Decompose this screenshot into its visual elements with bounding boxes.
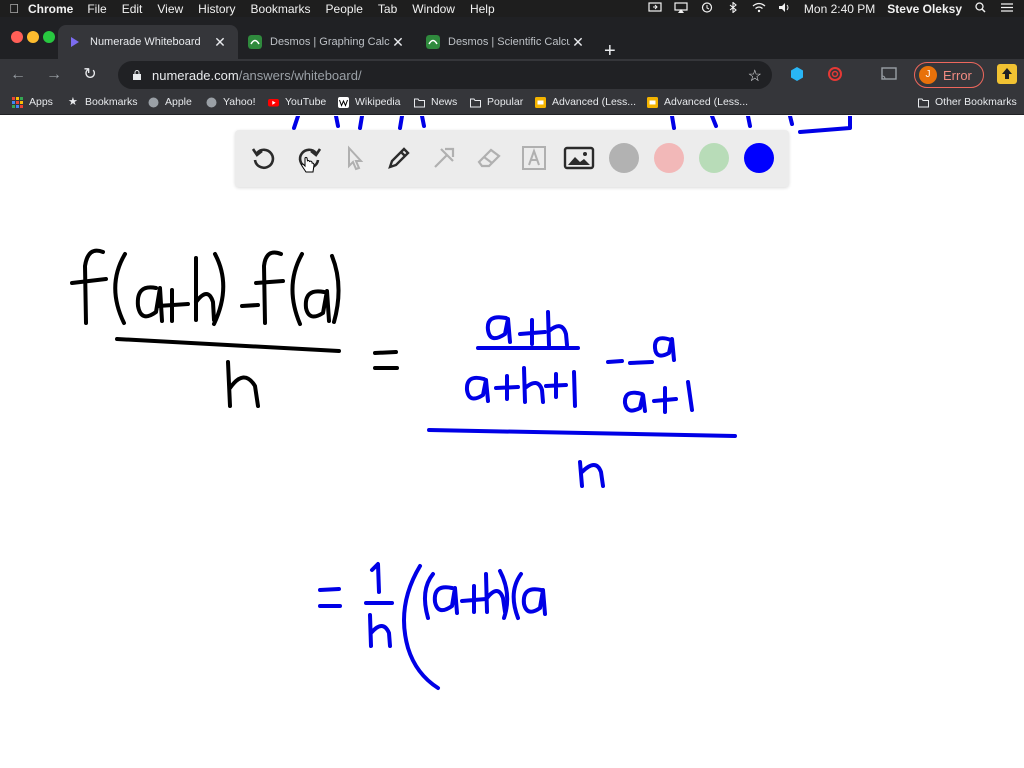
profile-error-label: Error xyxy=(943,67,972,83)
ink-black-equals xyxy=(373,350,399,370)
whiteboard-toolbar xyxy=(235,130,789,187)
bookmark-apple[interactable]: Apple xyxy=(148,96,192,108)
color-swatch-green[interactable] xyxy=(699,143,729,173)
screen-share-icon[interactable] xyxy=(648,1,662,16)
macos-menu-bar:  Chrome File Edit View History Bookmark… xyxy=(0,0,1024,17)
hand-cursor-icon xyxy=(301,156,315,173)
bookmark-wikipedia[interactable]: Wikipedia xyxy=(338,96,401,108)
folder-icon xyxy=(470,98,481,107)
tab-desmos-graphing[interactable]: Desmos | Graphing Calculato ✕ xyxy=(238,25,416,59)
menu-tab[interactable]: Tab xyxy=(378,2,397,16)
pen-icon[interactable] xyxy=(381,140,417,176)
bookmark-news[interactable]: News xyxy=(414,96,457,108)
star-icon: ★ xyxy=(68,95,78,108)
profile-error-button[interactable]: J Error xyxy=(914,62,984,88)
bookmarks-bar: Apps ★ Bookmarks Apple Yahoo! YouTube Wik… xyxy=(0,91,1024,115)
ink-black-difference-quotient xyxy=(70,248,341,408)
bookmark-popular[interactable]: Popular xyxy=(470,96,523,108)
menu-help[interactable]: Help xyxy=(470,2,495,16)
bookmark-yahoo[interactable]: Yahoo! xyxy=(206,96,256,108)
update-arrow-icon[interactable] xyxy=(997,64,1017,84)
bookmark-youtube[interactable]: YouTube xyxy=(268,96,326,108)
wifi-icon[interactable] xyxy=(752,2,766,16)
select-icon[interactable] xyxy=(336,140,372,176)
address-bar[interactable]: numerade.com/answers/whiteboard/ ☆ xyxy=(118,61,772,89)
wikipedia-icon xyxy=(338,96,349,108)
ink-blue-compound-fraction xyxy=(427,310,737,488)
forward-arrow-icon[interactable]: → xyxy=(42,63,66,87)
control-center-icon[interactable] xyxy=(1000,2,1014,16)
menubar-user[interactable]: Steve Oleksy xyxy=(887,2,962,16)
url-host: numerade.com xyxy=(152,67,239,83)
bookmark-star-icon[interactable]: ☆ xyxy=(748,66,762,86)
ink-blue-second-step xyxy=(318,562,547,690)
tab-label: Desmos | Graphing Calculato xyxy=(270,36,390,48)
tab-label: Desmos | Scientific Calculato xyxy=(448,36,570,48)
slides-icon xyxy=(647,96,658,108)
app-menu[interactable]: Chrome xyxy=(28,2,73,16)
airplay-icon[interactable] xyxy=(674,1,688,16)
url-path: /answers/whiteboard/ xyxy=(238,67,362,83)
tab-label: Numerade Whiteboard xyxy=(90,36,201,48)
bookmark-bookmarks[interactable]: ★ Bookmarks xyxy=(68,96,138,108)
close-tab-icon[interactable]: ✕ xyxy=(570,34,586,51)
apps-grid-icon xyxy=(12,96,23,108)
menu-history[interactable]: History xyxy=(198,2,235,16)
zoom-window-button[interactable] xyxy=(43,31,55,43)
tab-strip: Numerade Whiteboard ✕ Desmos | Graphing … xyxy=(0,17,1024,61)
tab-desmos-scientific[interactable]: Desmos | Scientific Calculato ✕ xyxy=(416,25,596,59)
time-machine-icon[interactable] xyxy=(700,1,714,16)
browser-toolbar: ← → ↻ numerade.com/answers/whiteboard/ ☆… xyxy=(0,59,1024,91)
menu-edit[interactable]: Edit xyxy=(122,2,143,16)
spotlight-icon[interactable] xyxy=(974,1,988,16)
apple-menu-icon[interactable]:  xyxy=(0,1,28,16)
menu-people[interactable]: People xyxy=(326,2,363,16)
folder-icon xyxy=(414,98,425,107)
close-tab-icon[interactable]: ✕ xyxy=(390,34,406,51)
tools-icon[interactable] xyxy=(426,140,462,176)
color-swatch-gray[interactable] xyxy=(609,143,639,173)
bookmark-apps[interactable]: Apps xyxy=(12,96,53,108)
color-swatch-blue[interactable] xyxy=(744,143,774,173)
folder-icon xyxy=(918,98,929,107)
new-tab-button[interactable]: + xyxy=(604,41,616,61)
menu-view[interactable]: View xyxy=(157,2,183,16)
menu-file[interactable]: File xyxy=(87,2,106,16)
desmos-icon xyxy=(426,35,440,49)
desmos-icon xyxy=(248,35,262,49)
menubar-clock[interactable]: Mon 2:40 PM xyxy=(804,2,875,16)
bookmark-other[interactable]: Other Bookmarks xyxy=(918,96,1017,108)
volume-icon[interactable] xyxy=(778,2,792,16)
avatar: J xyxy=(919,66,937,84)
slides-icon xyxy=(535,96,546,108)
undo-icon[interactable] xyxy=(246,140,282,176)
reload-icon[interactable]: ↻ xyxy=(78,63,102,87)
lock-icon xyxy=(133,70,141,80)
youtube-icon xyxy=(268,98,279,106)
extension-swirl-icon[interactable] xyxy=(826,65,844,83)
eraser-icon[interactable] xyxy=(471,140,507,176)
menu-bookmarks[interactable]: Bookmarks xyxy=(251,2,311,16)
bluetooth-icon[interactable] xyxy=(726,1,740,16)
back-arrow-icon[interactable]: ← xyxy=(6,63,30,87)
cast-icon[interactable] xyxy=(880,65,898,83)
bookmark-advanced-1[interactable]: Advanced (Less... xyxy=(535,96,636,108)
menu-window[interactable]: Window xyxy=(412,2,455,16)
tab-numerade-whiteboard[interactable]: Numerade Whiteboard ✕ xyxy=(58,25,238,59)
color-swatch-pink[interactable] xyxy=(654,143,684,173)
globe-icon xyxy=(148,97,159,107)
text-icon[interactable] xyxy=(516,140,552,176)
minimize-window-button[interactable] xyxy=(27,31,39,43)
bookmark-advanced-2[interactable]: Advanced (Less... xyxy=(647,96,748,108)
globe-icon xyxy=(206,97,217,107)
extension-icon[interactable] xyxy=(788,65,806,83)
whiteboard-canvas[interactable] xyxy=(0,116,1024,768)
numerade-icon xyxy=(71,37,79,47)
image-icon[interactable] xyxy=(561,140,597,176)
handwritten-math xyxy=(70,116,852,690)
close-window-button[interactable] xyxy=(11,31,23,43)
close-tab-icon[interactable]: ✕ xyxy=(212,34,228,51)
